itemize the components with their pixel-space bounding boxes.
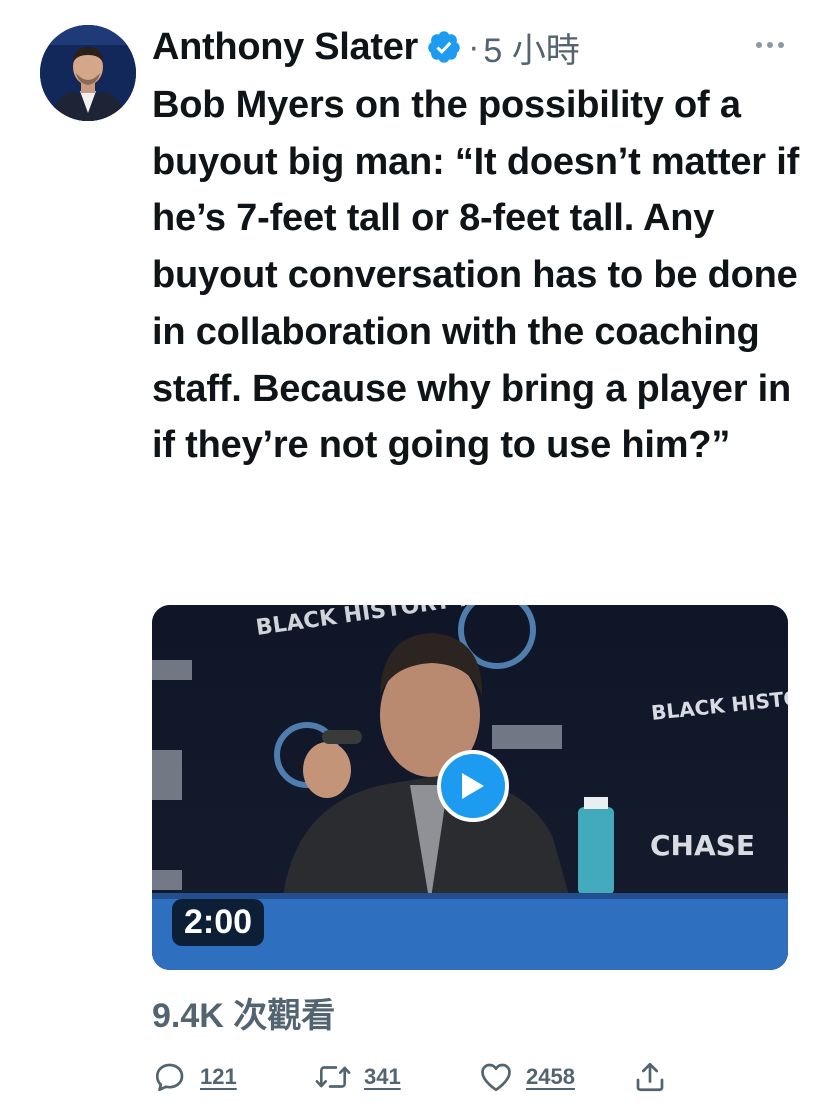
- retweet-icon: [315, 1066, 351, 1088]
- heart-icon: [481, 1063, 511, 1092]
- retweet-button[interactable]: 341: [314, 1055, 401, 1099]
- action-bar: 121 341 2458: [152, 1055, 792, 1099]
- play-icon: [462, 773, 484, 799]
- timestamp[interactable]: 5 小時: [483, 23, 579, 72]
- reply-icon: [155, 1063, 184, 1092]
- author-name[interactable]: Anthony Slater: [152, 26, 418, 69]
- water-bottle: [578, 797, 614, 895]
- separator-dot: ·: [468, 27, 480, 66]
- like-button[interactable]: 2458: [478, 1055, 575, 1099]
- more-horizontal-icon[interactable]: [752, 30, 788, 60]
- sponsor-text: CHASE: [650, 829, 755, 862]
- play-button[interactable]: [437, 750, 509, 822]
- tweet-header: Anthony Slater · 5 小時: [152, 20, 580, 74]
- avatar[interactable]: [40, 25, 136, 121]
- reply-button[interactable]: 121: [152, 1055, 237, 1099]
- like-count: 2458: [526, 1064, 575, 1089]
- verified-badge-icon: [426, 29, 462, 65]
- view-count: 9.4K 次觀看: [152, 997, 336, 1035]
- video-player[interactable]: BLACK HISTORY MONTH BLACK HISTORY MONTH …: [152, 605, 788, 970]
- share-button[interactable]: [632, 1055, 668, 1099]
- share-icon: [636, 1062, 664, 1092]
- video-duration: 2:00: [172, 899, 265, 946]
- reply-count: 121: [200, 1064, 237, 1089]
- tweet[interactable]: Anthony Slater · 5 小時 Bob Myers on the p…: [0, 0, 828, 1111]
- retweet-count: 341: [364, 1064, 401, 1089]
- tweet-text: Bob Myers on the possibility of a buyout…: [152, 84, 800, 467]
- avatar-photo: [40, 25, 136, 121]
